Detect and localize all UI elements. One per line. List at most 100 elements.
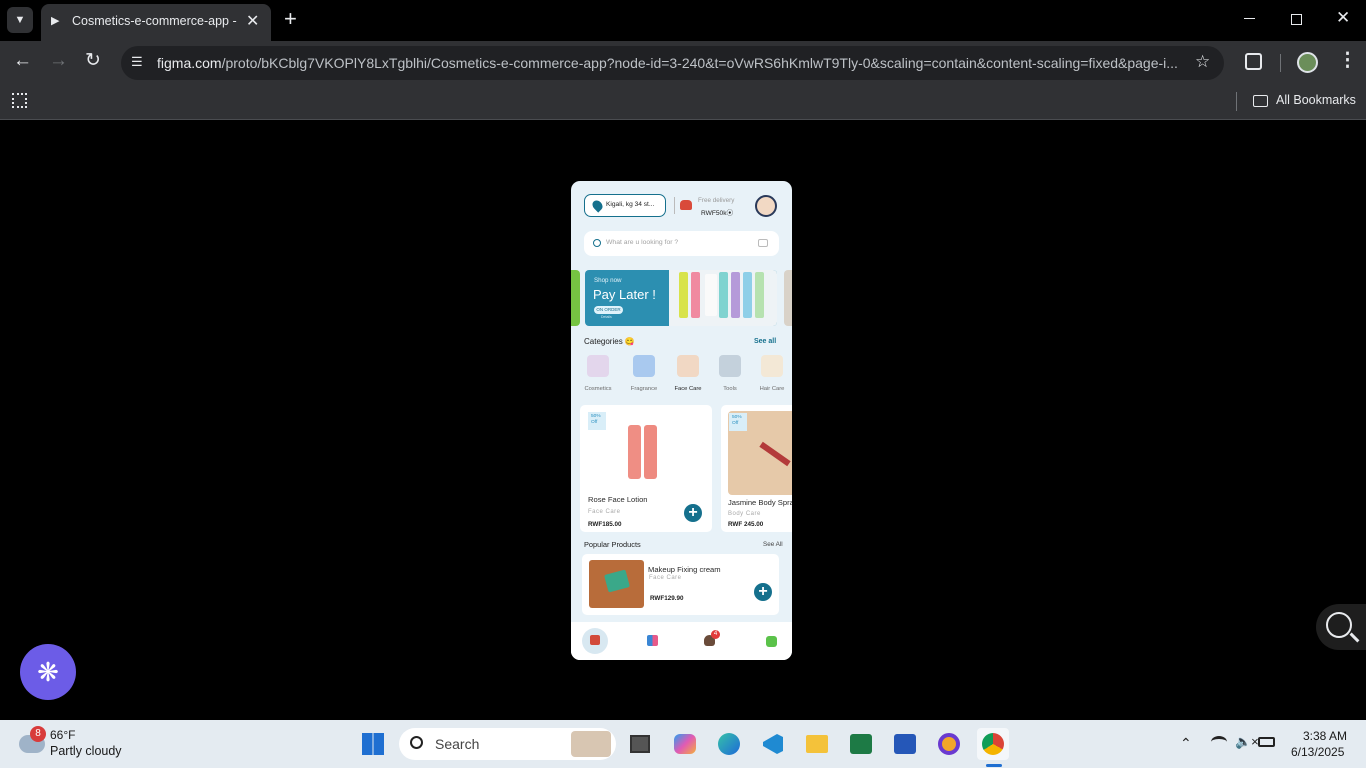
search-icon xyxy=(593,239,601,247)
banner-prev-peek[interactable] xyxy=(571,270,580,326)
profile-nav-icon[interactable] xyxy=(766,636,777,647)
user-avatar[interactable] xyxy=(755,195,777,217)
excel-icon[interactable] xyxy=(845,728,877,760)
categories-see-all[interactable]: See all xyxy=(754,338,776,345)
bookmark-star-icon[interactable]: ☆ xyxy=(1195,52,1210,72)
tube-purple xyxy=(731,272,740,318)
location-selector[interactable]: Kigali, kg 34 st... xyxy=(584,194,666,217)
toolbar-divider xyxy=(1280,54,1281,72)
add-to-cart-button[interactable]: + xyxy=(684,504,702,522)
task-view-icon[interactable] xyxy=(624,728,656,760)
promo-banner[interactable]: Shop now Pay Later ! ON ORDER Details xyxy=(585,270,777,326)
banner-products-image xyxy=(669,270,777,326)
reload-icon[interactable]: ↻ xyxy=(85,49,101,72)
categories-nav-icon[interactable] xyxy=(647,635,658,646)
search-input[interactable]: What are u looking for ? xyxy=(606,239,678,246)
category-label: Tools xyxy=(723,386,737,392)
volume-muted-icon[interactable]: 🔈× xyxy=(1235,734,1259,750)
wifi-icon[interactable] xyxy=(1211,736,1227,748)
tab-search-button[interactable]: ▼ xyxy=(7,7,33,33)
bottom-nav: 4 xyxy=(571,622,792,660)
cosmetics-icon xyxy=(587,355,609,377)
product-card[interactable]: 50% Off Rose Face Lotion Face Care RWF18… xyxy=(580,405,712,532)
weather-condition: Partly cloudy xyxy=(50,744,122,758)
windows-logo-icon xyxy=(362,733,384,755)
category-cosmetics[interactable]: Cosmetics xyxy=(578,355,618,392)
popular-see-all[interactable]: See All xyxy=(763,541,783,548)
tray-chevron-up-icon[interactable]: ⌃ xyxy=(1180,735,1192,752)
menu-kebab-icon[interactable]: ⋮ xyxy=(1338,49,1357,72)
url-domain: figma.com xyxy=(157,55,222,71)
new-tab-icon[interactable]: + xyxy=(284,6,297,32)
search-bar[interactable]: What are u looking for ? xyxy=(584,231,779,256)
chrome-active-indicator xyxy=(986,764,1002,767)
discount-badge: 50% Off xyxy=(729,413,747,431)
location-text: Kigali, kg 34 st... xyxy=(606,201,655,208)
code-zoom-handle xyxy=(1349,632,1360,643)
weather-badge: 8 xyxy=(30,726,46,742)
product-category: Face Care xyxy=(588,509,621,515)
file-explorer-icon[interactable] xyxy=(801,728,833,760)
start-button[interactable] xyxy=(357,728,389,760)
categories-title: Categories 😋 xyxy=(584,337,635,346)
banner-button[interactable]: ON ORDER xyxy=(594,306,623,314)
folder-icon xyxy=(1253,95,1268,107)
tab-title: Cosmetics-e-commerce-app - c xyxy=(72,14,240,28)
profile-avatar[interactable] xyxy=(1297,52,1318,73)
tube-cyan xyxy=(743,272,752,318)
popular-product-card[interactable]: Makeup Fixing cream Face Care RWF129.90 … xyxy=(582,554,779,615)
popular-product-category: Face Care xyxy=(649,575,682,581)
category-face-care[interactable]: Face Care xyxy=(668,355,708,392)
delivery-value: RWF50k⦿ xyxy=(701,210,734,217)
vpn-shield-icon[interactable] xyxy=(933,728,965,760)
word-icon[interactable] xyxy=(889,728,921,760)
popular-title: Popular Products xyxy=(584,540,641,549)
product-image-bottle-2 xyxy=(644,425,657,479)
phone-frame: Kigali, kg 34 st... Free delivery RWF50k… xyxy=(571,181,792,660)
chrome-icon[interactable] xyxy=(977,728,1009,760)
bookmarks-divider xyxy=(1236,92,1237,111)
search-highlight-image xyxy=(571,731,611,757)
extensions-icon[interactable] xyxy=(1245,53,1262,70)
banner-next-peek[interactable] xyxy=(784,270,792,326)
apps-grid-icon[interactable] xyxy=(12,93,27,108)
taskbar-search[interactable]: Search xyxy=(399,728,616,760)
clock-time[interactable]: 3:38 AM xyxy=(1303,729,1347,743)
popular-product-price: RWF129.90 xyxy=(650,595,684,602)
minimize-icon[interactable] xyxy=(1244,18,1255,19)
vscode-icon[interactable] xyxy=(757,728,789,760)
close-window-icon[interactable]: ✕ xyxy=(1336,8,1350,28)
search-icon xyxy=(410,736,423,749)
category-fragrance[interactable]: Fragrance xyxy=(624,355,664,392)
site-info-icon[interactable]: ☰ xyxy=(131,54,143,70)
category-tools[interactable]: Tools xyxy=(710,355,750,392)
copilot-icon[interactable] xyxy=(669,728,701,760)
banner-tiny-text: Details xyxy=(601,315,612,319)
clock-date[interactable]: 6/13/2025 xyxy=(1291,745,1344,759)
code-inspect-button[interactable] xyxy=(1316,604,1366,650)
back-icon[interactable]: ← xyxy=(13,50,32,72)
category-hair-care[interactable]: Hair Care xyxy=(752,355,792,392)
scooter-icon xyxy=(680,200,692,210)
battery-icon[interactable] xyxy=(1258,737,1275,747)
weather-temp: 66°F xyxy=(50,728,76,742)
forward-icon[interactable]: → xyxy=(49,50,68,72)
tube-pink xyxy=(691,272,700,318)
all-bookmarks-link[interactable]: All Bookmarks xyxy=(1276,93,1356,107)
category-label: Cosmetics xyxy=(584,386,612,392)
weather-widget[interactable]: 8 66°F Partly cloudy xyxy=(14,725,134,763)
figma-assistant-button[interactable]: ❋ xyxy=(20,644,76,700)
camera-icon[interactable] xyxy=(758,239,768,247)
close-tab-icon[interactable]: ✕ xyxy=(246,11,259,31)
product-price: RWF 245.00 xyxy=(728,521,764,528)
edge-icon[interactable] xyxy=(713,728,745,760)
banner-title: Pay Later ! xyxy=(593,287,656,302)
figma-play-icon: ▶ xyxy=(51,15,60,27)
address-bar[interactable]: ☰ figma.com/proto/bKCblg7VKOPlY8LxTgblhi… xyxy=(121,46,1224,80)
add-to-cart-button[interactable]: + xyxy=(754,583,772,601)
banner-small-text: Shop now xyxy=(594,277,622,284)
category-label: Fragrance xyxy=(630,386,658,392)
product-card[interactable]: 50% Off Jasmine Body Spray Body Care RWF… xyxy=(721,405,792,532)
active-tab[interactable]: ▶ Cosmetics-e-commerce-app - c ✕ xyxy=(41,4,271,41)
restore-icon[interactable] xyxy=(1291,14,1302,25)
